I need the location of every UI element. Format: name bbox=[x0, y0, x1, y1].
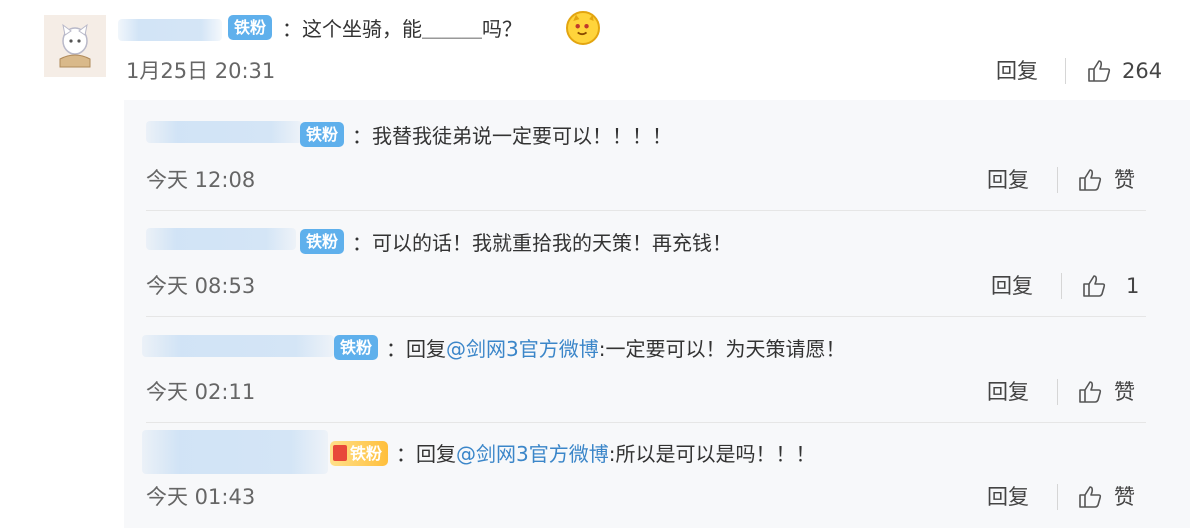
thumbs-up-icon[interactable] bbox=[1077, 484, 1103, 510]
avatar[interactable] bbox=[44, 15, 106, 77]
reply-divider bbox=[146, 422, 1146, 423]
fan-badge[interactable]: 铁粉 bbox=[300, 122, 345, 147]
reply-text: ：可以的话！我就重拾我的天策！再充钱！ bbox=[352, 231, 732, 255]
reply-time: 今天 01:43 bbox=[146, 485, 256, 509]
username-blurred[interactable] bbox=[118, 19, 222, 41]
mention-link[interactable]: @剑网3官方微博 bbox=[446, 337, 599, 361]
reply-time: 今天 12:08 bbox=[146, 168, 256, 192]
reply-text: ：我替我徒弟说一定要可以！！！！ bbox=[352, 124, 672, 148]
fan-badge[interactable]: 铁粉 bbox=[228, 15, 273, 40]
username-blurred[interactable] bbox=[146, 121, 302, 143]
like-label[interactable]: 赞 bbox=[1114, 379, 1135, 405]
thumbs-up-icon[interactable] bbox=[1077, 167, 1103, 193]
reply-text: :所以是可以是吗！！！ bbox=[608, 442, 816, 466]
reply-time: 今天 02:11 bbox=[146, 380, 256, 404]
reply-text: :一定要可以！为天策请愿！ bbox=[598, 337, 846, 361]
reply-divider bbox=[146, 210, 1146, 211]
gold-badge-label: 铁粉 bbox=[350, 444, 383, 463]
thumbs-up-icon[interactable] bbox=[1077, 379, 1103, 405]
gold-fan-badge[interactable]: 铁粉 bbox=[330, 441, 389, 466]
thumbs-up-icon[interactable] bbox=[1086, 58, 1112, 84]
username-blurred[interactable] bbox=[142, 335, 334, 357]
username-blurred[interactable] bbox=[142, 430, 328, 474]
action-divider bbox=[1061, 273, 1062, 299]
like-label[interactable]: 赞 bbox=[1114, 484, 1135, 510]
like-label[interactable]: 赞 bbox=[1114, 167, 1135, 193]
fan-badge[interactable]: 铁粉 bbox=[300, 229, 345, 254]
reply-line: ：回复@剑网3官方微博:所以是可以是吗！！！ bbox=[396, 441, 815, 467]
reply-divider bbox=[146, 316, 1146, 317]
like-count: 264 bbox=[1122, 59, 1163, 83]
reply-time: 今天 08:53 bbox=[146, 274, 256, 298]
mention-link[interactable]: @剑网3官方微博 bbox=[456, 442, 609, 466]
reply-button[interactable]: 回复 bbox=[987, 379, 1029, 405]
gold-badge-icon bbox=[333, 445, 347, 461]
comment-text: ：这个坐骑，能＿＿＿吗？ bbox=[282, 17, 522, 41]
username-blurred[interactable] bbox=[146, 228, 296, 250]
reply-prefix: ：回复 bbox=[386, 337, 446, 361]
reply-button[interactable]: 回复 bbox=[991, 273, 1033, 299]
action-divider bbox=[1057, 379, 1058, 405]
reply-button[interactable]: 回复 bbox=[987, 167, 1029, 193]
reply-prefix: ：回复 bbox=[396, 442, 456, 466]
cat-face-emoji-icon bbox=[566, 11, 600, 45]
reply-line: ：回复@剑网3官方微博:一定要可以！为天策请愿！ bbox=[386, 336, 845, 362]
fan-badge[interactable]: 铁粉 bbox=[334, 335, 379, 360]
like-count: 1 bbox=[1126, 274, 1140, 298]
comment-time: 1月25日 20:31 bbox=[126, 59, 276, 83]
avatar-image bbox=[44, 15, 106, 77]
reply-button[interactable]: 回复 bbox=[996, 58, 1038, 84]
thumbs-up-icon[interactable] bbox=[1081, 273, 1107, 299]
action-divider bbox=[1057, 484, 1058, 510]
reply-button[interactable]: 回复 bbox=[987, 484, 1029, 510]
action-divider bbox=[1057, 167, 1058, 193]
action-divider bbox=[1065, 58, 1066, 84]
